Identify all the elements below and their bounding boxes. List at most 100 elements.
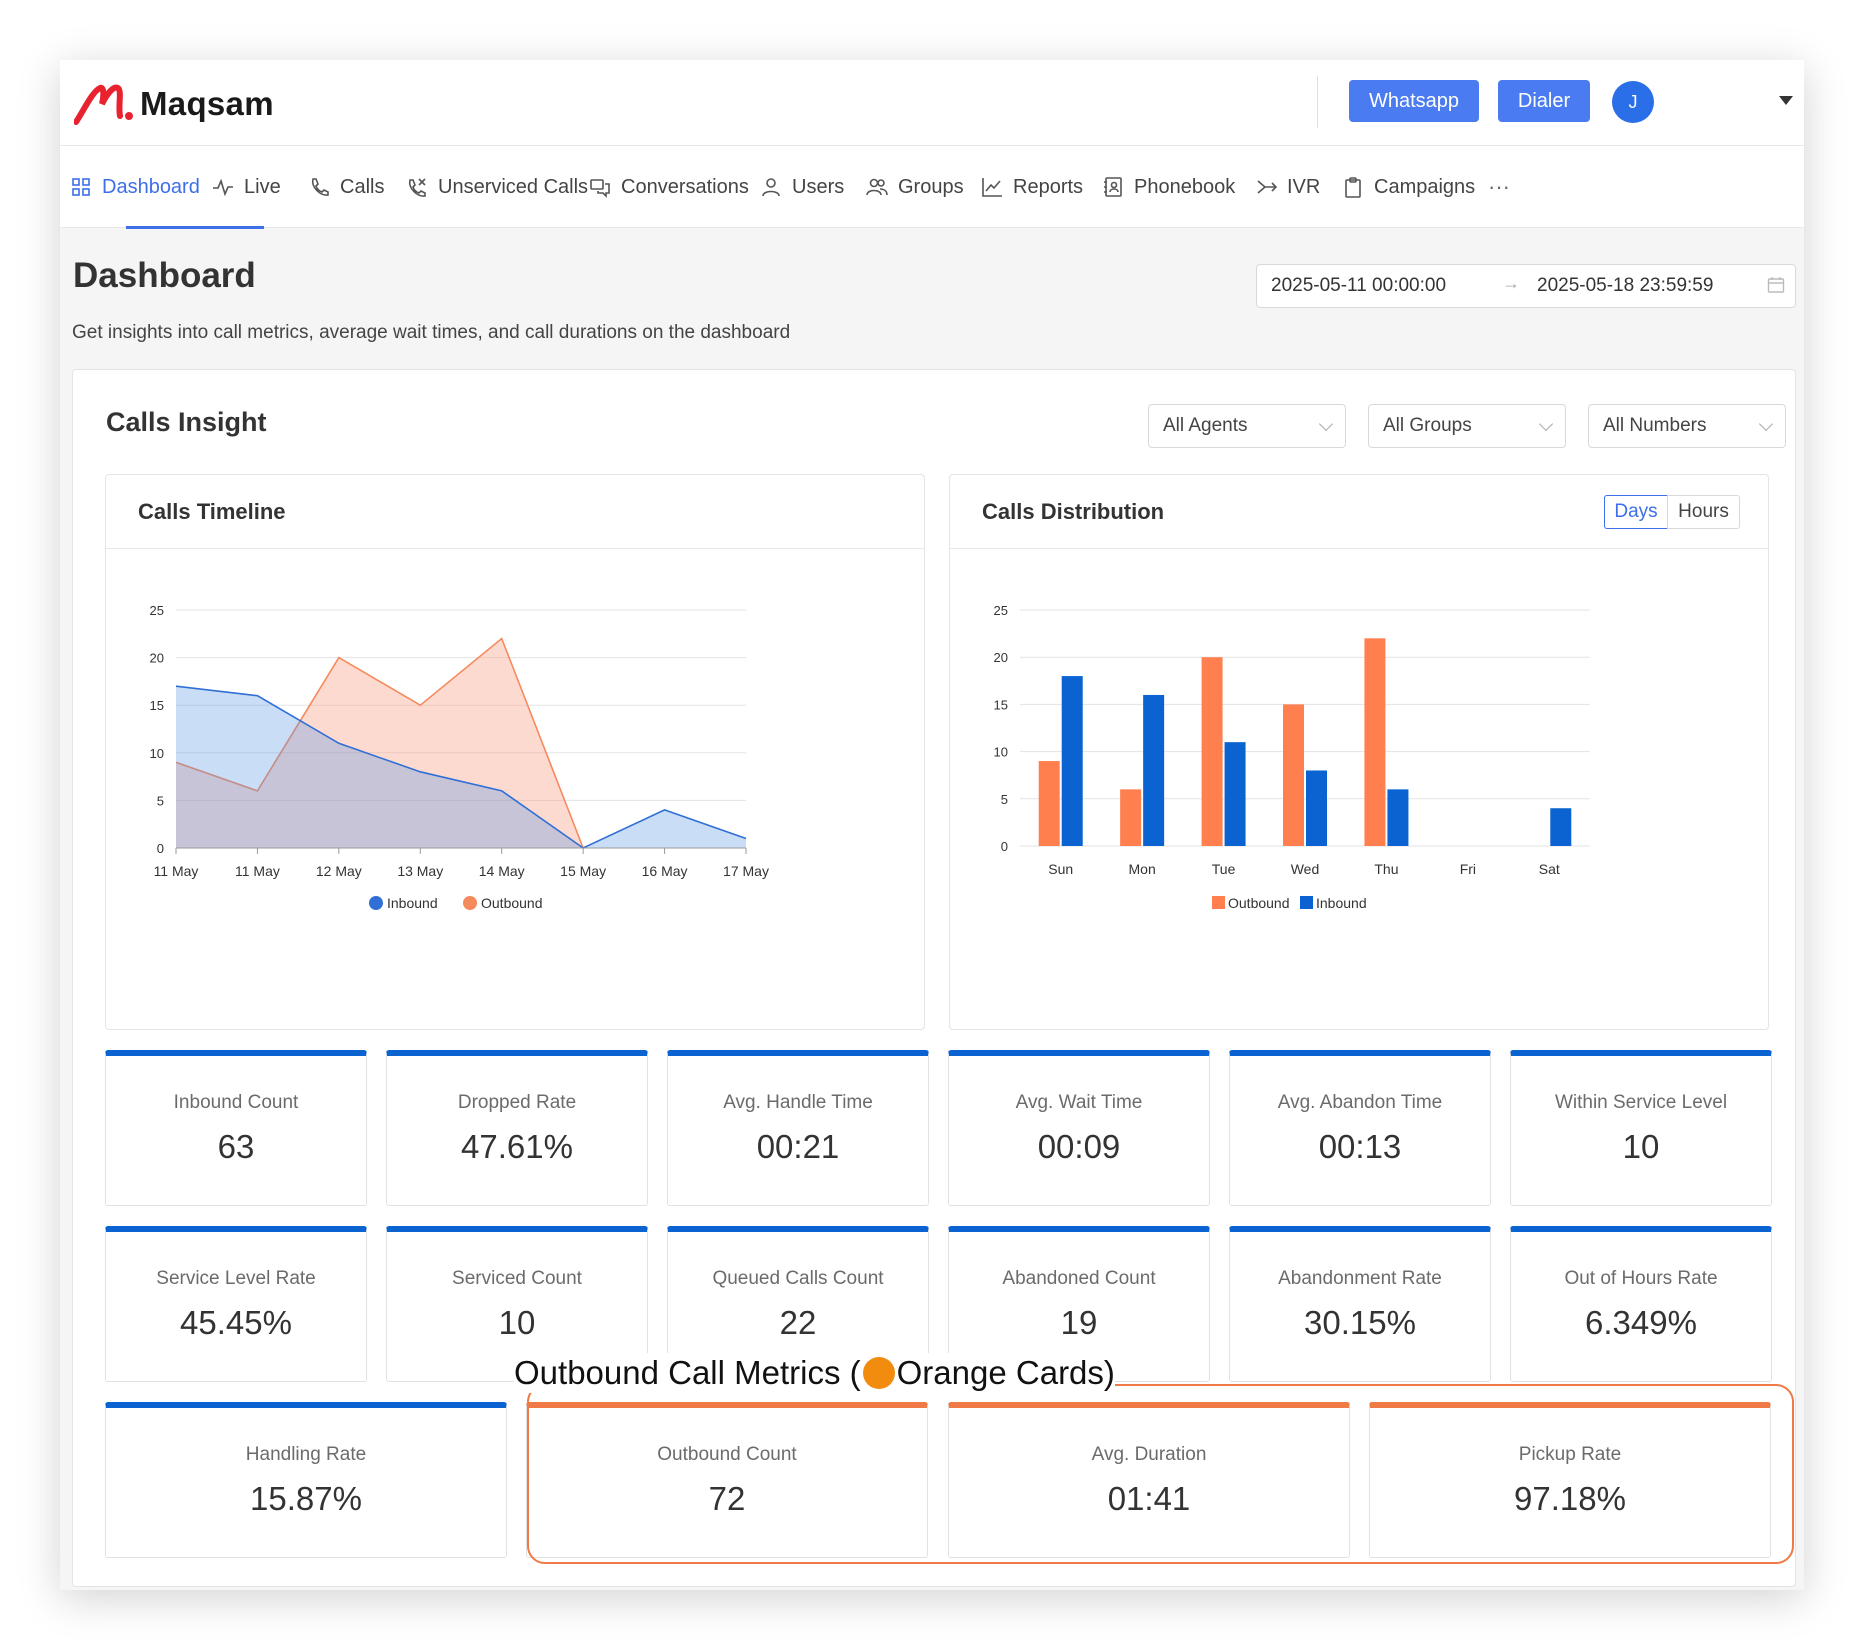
active-tab-indicator — [126, 226, 264, 229]
nav-item-live[interactable]: Live — [212, 146, 281, 228]
y-tick-label: 20 — [994, 650, 1008, 665]
outbound-annotation-label: Outbound Call Metrics ( Orange Cards) — [514, 1353, 1115, 1393]
toggle-hours-button[interactable]: Hours — [1667, 495, 1740, 529]
nav-label: Phonebook — [1134, 175, 1236, 198]
nav-label: Reports — [1013, 175, 1084, 198]
metric-dropped-rate: Dropped Rate 47.61% — [386, 1050, 648, 1206]
top-header: Maqsam Whatsapp Dialer J — [60, 60, 1804, 146]
metric-value: 10 — [498, 1304, 536, 1341]
line-chart-icon — [982, 178, 1002, 197]
clipboard-icon — [1345, 177, 1361, 198]
user-avatar[interactable]: J — [1612, 81, 1654, 123]
x-tick-label: 17 May — [723, 863, 769, 879]
metric-handling-rate: Handling Rate 15.87% — [105, 1402, 507, 1558]
nav-item-campaigns[interactable]: Campaigns — [1342, 146, 1475, 228]
nav-label: Dashboard — [102, 175, 200, 198]
nav-item-conversations[interactable]: Conversations — [589, 146, 749, 228]
metric-value: 47.61% — [461, 1128, 573, 1165]
chevron-down-icon — [1538, 416, 1554, 432]
x-tick-label: 11 May — [154, 863, 199, 879]
metric-value: 00:21 — [756, 1128, 840, 1165]
select-value: All Agents — [1163, 415, 1248, 436]
metric-label: Avg. Duration — [1091, 1444, 1207, 1465]
nav-label: Conversations — [621, 175, 749, 198]
nav-label: Campaigns — [1374, 175, 1476, 198]
metric-label: Serviced Count — [452, 1268, 582, 1289]
calls-distribution-chart: 0 5 10 15 20 25 Sun Mon Tue Wed Thu Fri Sat Outbound I… — [994, 603, 1590, 911]
bar-outbound-wed — [1283, 704, 1304, 846]
metric-value: 15.87% — [250, 1480, 362, 1517]
x-tick-label: Mon — [1129, 861, 1156, 877]
metric-label: Abandonment Rate — [1278, 1268, 1442, 1289]
date-arrow-icon: → — [1502, 273, 1520, 293]
nav-item-unserviced-calls[interactable]: Unserviced Calls — [406, 146, 588, 228]
nav-label: Live — [244, 175, 281, 198]
metric-label: Avg. Wait Time — [1015, 1092, 1143, 1113]
y-tick-label: 10 — [150, 746, 164, 761]
calendar-icon[interactable] — [1767, 276, 1785, 294]
bar-inbound-sun — [1061, 676, 1083, 846]
page-title: Dashboard — [73, 256, 256, 295]
agents-select[interactable]: All Agents — [1148, 404, 1346, 448]
x-tick-label: 16 May — [642, 863, 688, 879]
phone-icon — [311, 178, 329, 196]
bar-outbound-tue — [1201, 657, 1223, 846]
nav-label: Calls — [340, 175, 385, 198]
account-dropdown-caret-icon[interactable] — [1779, 96, 1793, 105]
nav-item-groups[interactable]: Groups — [866, 146, 964, 228]
metric-value: 10 — [1622, 1128, 1660, 1165]
date-range-picker[interactable]: 2025-05-11 00:00:00 → 2025-05-18 23:59:5… — [1256, 264, 1796, 308]
bar-inbound-sat — [1550, 808, 1572, 846]
nav-item-ivr[interactable]: IVR — [1255, 146, 1320, 228]
metric-label: Pickup Rate — [1518, 1444, 1622, 1465]
calls-timeline-card: Calls Timeline 0 5 10 15 20 25 11 May 11 May 12 … — [105, 474, 925, 1030]
page-subtitle: Get insights into call metrics, average … — [72, 322, 791, 343]
date-end[interactable]: 2025-05-18 23:59:59 — [1537, 275, 1713, 297]
card-header: Calls Timeline — [106, 475, 924, 549]
groups-select[interactable]: All Groups — [1368, 404, 1566, 448]
grid-icon — [72, 178, 90, 196]
nav-item-users[interactable]: Users — [760, 146, 844, 228]
chevron-down-icon — [1758, 416, 1774, 432]
group-icon — [866, 178, 888, 196]
metric-label: Abandoned Count — [1002, 1268, 1156, 1289]
nav-item-phonebook[interactable]: Phonebook — [1102, 146, 1235, 228]
x-tick-label: 14 May — [479, 863, 525, 879]
x-tick-label: Wed — [1291, 861, 1320, 877]
nav-more-icon[interactable]: ··· — [1488, 146, 1510, 228]
brand-logo[interactable]: Maqsam — [74, 80, 274, 128]
legend-marker — [369, 896, 383, 910]
metric-out-of-hours-rate: Out of Hours Rate 6.349% — [1510, 1226, 1772, 1382]
toggle-days-button[interactable]: Days — [1604, 495, 1668, 529]
metric-value: 30.15% — [1304, 1304, 1416, 1341]
nav-label: IVR — [1287, 175, 1321, 198]
metric-value: 19 — [1060, 1304, 1098, 1341]
card-title: Calls Distribution — [982, 499, 1165, 524]
legend-label: Outbound — [481, 895, 543, 911]
legend-marker — [463, 896, 477, 910]
header-divider — [1317, 76, 1318, 128]
metric-value: 6.349% — [1585, 1304, 1697, 1341]
metric-avg-handle-time: Avg. Handle Time 00:21 — [667, 1050, 929, 1206]
metric-label: Dropped Rate — [457, 1092, 577, 1113]
date-start[interactable]: 2025-05-11 00:00:00 — [1271, 275, 1446, 297]
legend-label: Outbound — [1228, 895, 1290, 911]
nav-item-reports[interactable]: Reports — [981, 146, 1083, 228]
nav-item-dashboard[interactable]: Dashboard — [70, 146, 200, 228]
panel-title: Calls Insight — [106, 407, 267, 437]
metric-within-service-level: Within Service Level 10 — [1510, 1050, 1772, 1206]
metric-label: Inbound Count — [173, 1092, 299, 1113]
dialer-button[interactable]: Dialer — [1498, 80, 1590, 122]
numbers-select[interactable]: All Numbers — [1588, 404, 1786, 448]
x-tick-label: Tue — [1212, 861, 1236, 877]
calls-distribution-card: Calls Distribution Days Hours 0 5 10 15 20 25… — [949, 474, 1769, 1030]
metric-inbound-count: Inbound Count 63 — [105, 1050, 367, 1206]
nav-item-calls[interactable]: Calls — [308, 146, 384, 228]
whatsapp-button[interactable]: Whatsapp — [1349, 80, 1479, 122]
metric-label: Within Service Level — [1554, 1092, 1728, 1113]
ivr-icon — [1257, 180, 1277, 194]
y-tick-label: 25 — [994, 603, 1008, 618]
y-tick-label: 25 — [150, 603, 164, 618]
metric-value: 01:41 — [1107, 1480, 1191, 1517]
y-tick-label: 20 — [150, 651, 164, 666]
